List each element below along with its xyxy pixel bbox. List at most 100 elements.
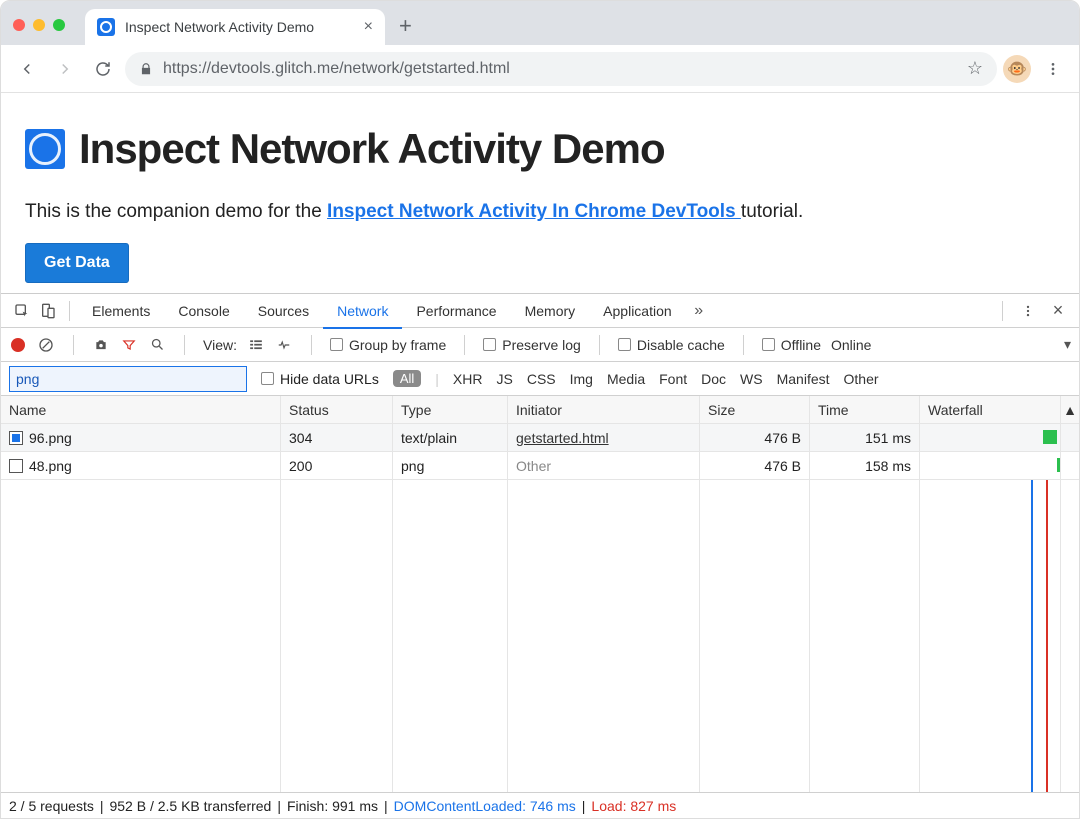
devtools-tabbar: ElementsConsoleSourcesNetworkPerformance… — [1, 294, 1079, 328]
status-finish: Finish: 991 ms — [287, 798, 378, 814]
filter-type-ws[interactable]: WS — [740, 371, 763, 387]
device-toolbar-icon[interactable] — [35, 298, 61, 324]
row-waterfall — [920, 452, 1061, 479]
devtools-panel: ElementsConsoleSourcesNetworkPerformance… — [1, 293, 1079, 818]
page-intro: This is the companion demo for the Inspe… — [25, 201, 1055, 223]
preserve-log-checkbox[interactable]: Preserve log — [483, 337, 581, 353]
col-sort[interactable]: ▲ — [1061, 396, 1079, 423]
close-window-button[interactable] — [13, 19, 25, 31]
browser-menu-button[interactable] — [1037, 53, 1069, 85]
network-filter-bar: Hide data URLs All | XHRJSCSSImgMediaFon… — [1, 362, 1079, 396]
row-type: png — [393, 452, 508, 479]
table-row[interactable]: 96.png 304text/plaingetstarted.html476 B1… — [1, 424, 1079, 452]
filter-type-css[interactable]: CSS — [527, 371, 556, 387]
row-type: text/plain — [393, 424, 508, 451]
new-tab-button[interactable]: + — [399, 13, 412, 39]
col-time[interactable]: Time — [810, 396, 920, 423]
tab-title: Inspect Network Activity Demo — [125, 19, 354, 35]
filter-type-doc[interactable]: Doc — [701, 371, 726, 387]
page-content: Inspect Network Activity Demo This is th… — [1, 93, 1079, 293]
search-icon[interactable] — [148, 336, 166, 354]
row-status: 304 — [281, 424, 393, 451]
browser-tabstrip: Inspect Network Activity Demo × + — [1, 1, 1079, 45]
view-label: View: — [203, 337, 237, 353]
disable-cache-checkbox[interactable]: Disable cache — [618, 337, 725, 353]
filter-type-xhr[interactable]: XHR — [453, 371, 483, 387]
col-waterfall[interactable]: Waterfall — [920, 396, 1061, 423]
bookmark-star-icon[interactable]: ☆ — [967, 58, 983, 79]
filter-type-font[interactable]: Font — [659, 371, 687, 387]
status-transferred: 952 B / 2.5 KB transferred — [109, 798, 271, 814]
col-name[interactable]: Name — [1, 396, 281, 423]
filter-input[interactable] — [9, 366, 247, 392]
devtools-tab-memory[interactable]: Memory — [511, 295, 590, 327]
profile-avatar[interactable]: 🐵 — [1003, 55, 1031, 83]
page-heading: Inspect Network Activity Demo — [25, 125, 1055, 173]
intro-link[interactable]: Inspect Network Activity In Chrome DevTo… — [327, 201, 741, 222]
filter-type-js[interactable]: JS — [496, 371, 512, 387]
row-time: 158 ms — [810, 452, 920, 479]
filter-type-all[interactable]: All — [393, 370, 421, 387]
network-toolbar: View: Group by frame Preserve log Disabl… — [1, 328, 1079, 362]
row-name: 48.png — [29, 458, 72, 474]
devtools-menu-icon[interactable] — [1015, 298, 1041, 324]
overview-icon[interactable] — [275, 336, 293, 354]
filter-icon[interactable] — [120, 336, 138, 354]
hide-data-urls-checkbox[interactable]: Hide data URLs — [261, 371, 379, 387]
back-button[interactable] — [11, 53, 43, 85]
row-waterfall — [920, 424, 1061, 451]
browser-tab[interactable]: Inspect Network Activity Demo × — [85, 9, 385, 45]
status-load: Load: 827 ms — [591, 798, 676, 814]
table-header: Name Status Type Initiator Size Time Wat… — [1, 396, 1079, 424]
filter-type-other[interactable]: Other — [844, 371, 879, 387]
filter-type-manifest[interactable]: Manifest — [777, 371, 830, 387]
devtools-tab-performance[interactable]: Performance — [402, 295, 510, 327]
col-status[interactable]: Status — [281, 396, 393, 423]
row-size: 476 B — [700, 452, 810, 479]
devtools-tab-console[interactable]: Console — [164, 295, 243, 327]
row-size: 476 B — [700, 424, 810, 451]
col-type[interactable]: Type — [393, 396, 508, 423]
large-rows-icon[interactable] — [247, 336, 265, 354]
minimize-window-button[interactable] — [33, 19, 45, 31]
status-dcl: DOMContentLoaded: 746 ms — [394, 798, 576, 814]
group-by-frame-checkbox[interactable]: Group by frame — [330, 337, 446, 353]
inspect-element-icon[interactable] — [9, 298, 35, 324]
record-button[interactable] — [9, 336, 27, 354]
lock-icon — [139, 62, 153, 76]
window-controls — [13, 19, 65, 31]
row-initiator[interactable]: getstarted.html — [508, 424, 700, 451]
more-tabs-icon[interactable]: » — [686, 298, 712, 324]
filter-type-img[interactable]: Img — [570, 371, 593, 387]
address-bar[interactable]: https://devtools.glitch.me/network/getst… — [125, 52, 997, 86]
clear-log-icon[interactable] — [37, 336, 55, 354]
row-time: 151 ms — [810, 424, 920, 451]
devtools-tab-elements[interactable]: Elements — [78, 295, 164, 327]
get-data-button[interactable]: Get Data — [25, 243, 129, 283]
file-icon — [9, 431, 23, 445]
row-name: 96.png — [29, 430, 72, 446]
devtools-tab-application[interactable]: Application — [589, 295, 686, 327]
col-size[interactable]: Size — [700, 396, 810, 423]
reload-button[interactable] — [87, 53, 119, 85]
browser-toolbar: https://devtools.glitch.me/network/getst… — [1, 45, 1079, 93]
network-table: Name Status Type Initiator Size Time Wat… — [1, 396, 1079, 792]
filter-type-media[interactable]: Media — [607, 371, 645, 387]
devtools-close-icon[interactable]: × — [1045, 298, 1071, 324]
file-icon — [9, 459, 23, 473]
online-dropdown[interactable]: Online — [831, 337, 871, 353]
page-heading-text: Inspect Network Activity Demo — [79, 125, 665, 173]
throttling-dropdown-icon[interactable]: ▾ — [1064, 336, 1071, 353]
devtools-tab-sources[interactable]: Sources — [244, 295, 323, 327]
url-text: https://devtools.glitch.me/network/getst… — [163, 60, 957, 78]
devtools-tab-network[interactable]: Network — [323, 295, 402, 329]
offline-checkbox[interactable]: Offline — [762, 337, 821, 353]
close-tab-icon[interactable]: × — [364, 18, 373, 36]
table-row[interactable]: 48.png200pngOther476 B158 ms — [1, 452, 1079, 480]
page-heading-icon — [25, 129, 65, 169]
maximize-window-button[interactable] — [53, 19, 65, 31]
forward-button[interactable] — [49, 53, 81, 85]
status-requests: 2 / 5 requests — [9, 798, 94, 814]
col-initiator[interactable]: Initiator — [508, 396, 700, 423]
screenshots-icon[interactable] — [92, 336, 110, 354]
